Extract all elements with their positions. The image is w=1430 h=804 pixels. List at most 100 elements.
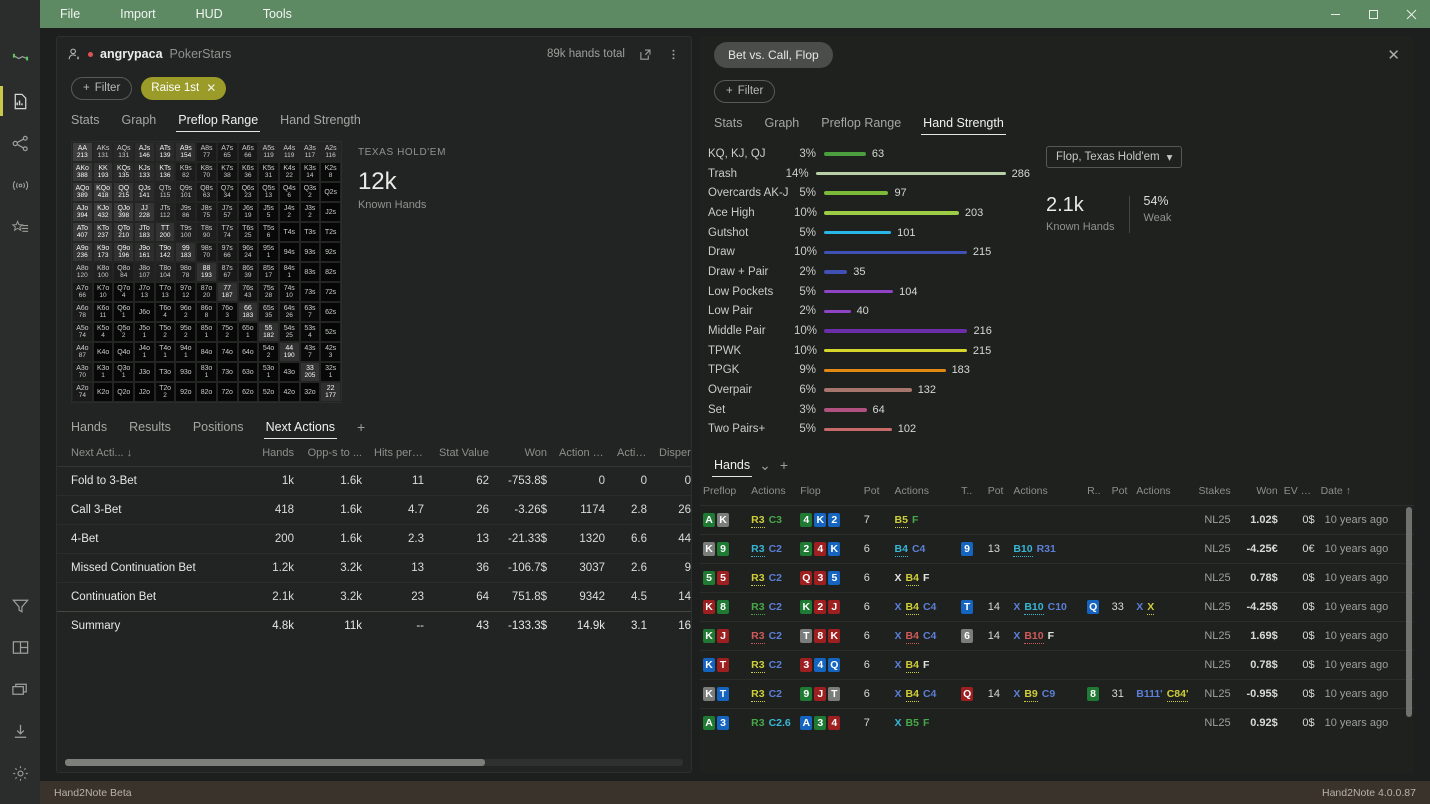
add-filter-button[interactable]: + Filter bbox=[71, 77, 132, 100]
range-cell[interactable]: Q4o bbox=[113, 342, 134, 362]
hand-row[interactable]: K8R3C2K2J6XB4C4T14XB10C10Q33XXNL25-4.25$… bbox=[700, 593, 1414, 622]
range-cell[interactable]: T6o4 bbox=[155, 302, 176, 322]
range-cell[interactable]: J8s75 bbox=[196, 202, 217, 222]
range-cell[interactable]: 92s bbox=[320, 242, 341, 262]
range-cell[interactable]: 64s26 bbox=[279, 302, 300, 322]
range-cell[interactable]: A2s116 bbox=[320, 142, 341, 162]
range-cell[interactable]: 52o bbox=[258, 382, 279, 402]
tab-hand-strength[interactable]: Hand Strength bbox=[280, 105, 361, 135]
range-cell[interactable]: 83o1 bbox=[196, 362, 217, 382]
chevron-down-icon[interactable]: ⌄ bbox=[759, 457, 771, 474]
table-row[interactable]: Fold to 3-Bet1k1.6k1162-753.8$000.13 bbox=[57, 467, 691, 496]
range-cell[interactable]: 55182 bbox=[258, 322, 279, 342]
hand-row[interactable]: KJR3C2T8K6XB4C4614XB10FNL251.69$0$10 yea… bbox=[700, 622, 1414, 651]
column-header[interactable]: Date ↑ bbox=[1318, 479, 1414, 506]
range-cell[interactable]: K2s8 bbox=[320, 162, 341, 182]
hand-row[interactable]: A3R3C2.6A347XB5FNL250.92$0$10 years ago bbox=[700, 709, 1414, 738]
range-cell[interactable]: 65o1 bbox=[238, 322, 259, 342]
range-cell[interactable]: K8o100 bbox=[93, 262, 114, 282]
tab-preflop-range[interactable]: Preflop Range bbox=[178, 105, 258, 135]
range-cell[interactable]: K2o bbox=[93, 382, 114, 402]
hand-strength-row[interactable]: Overpair6%132 bbox=[708, 380, 1030, 400]
range-cell[interactable]: KJo432 bbox=[93, 202, 114, 222]
range-cell[interactable]: J6s19 bbox=[238, 202, 259, 222]
street-select[interactable]: Flop, Texas Hold'em ▾ bbox=[1046, 146, 1182, 168]
range-cell[interactable]: Q7s34 bbox=[217, 182, 238, 202]
range-cell[interactable]: 32s1 bbox=[320, 362, 341, 382]
range-cell[interactable]: A3o70 bbox=[72, 362, 93, 382]
range-cell[interactable]: KQs135 bbox=[113, 162, 134, 182]
range-cell[interactable]: 85s17 bbox=[258, 262, 279, 282]
range-cell[interactable]: 93o bbox=[175, 362, 196, 382]
range-cell[interactable]: 64o bbox=[238, 342, 259, 362]
minimize-icon[interactable] bbox=[1316, 0, 1354, 28]
tab-hands[interactable]: Hands bbox=[714, 450, 750, 480]
active-filter-chip[interactable]: Raise 1st ✕ bbox=[141, 77, 226, 100]
hand-strength-row[interactable]: TPWK10%215 bbox=[708, 341, 1030, 361]
range-cell[interactable]: J4o1 bbox=[134, 342, 155, 362]
hand-strength-row[interactable]: Two Pairs+5%102 bbox=[708, 420, 1030, 440]
table-row[interactable]: Call 3-Bet4181.6k4.726-3.26$11742.826.58 bbox=[57, 496, 691, 525]
hand-strength-row[interactable]: KQ, KJ, QJ3%63 bbox=[708, 144, 1030, 164]
range-cell[interactable]: T2s bbox=[320, 222, 341, 242]
column-header[interactable]: Actions bbox=[1010, 479, 1084, 506]
hand-strength-row[interactable]: Set3%64 bbox=[708, 400, 1030, 420]
range-cell[interactable]: KTs136 bbox=[155, 162, 176, 182]
range-cell[interactable]: J2s bbox=[320, 202, 341, 222]
range-cell[interactable]: QJo398 bbox=[113, 202, 134, 222]
column-header[interactable]: Next Acti... ↓ bbox=[57, 441, 247, 467]
range-cell[interactable]: Q7o4 bbox=[113, 282, 134, 302]
range-cell[interactable]: A9o236 bbox=[72, 242, 93, 262]
close-icon[interactable]: ✕ bbox=[1387, 46, 1400, 64]
range-cell[interactable]: 75o2 bbox=[217, 322, 238, 342]
range-cell[interactable]: T6s25 bbox=[238, 222, 259, 242]
range-cell[interactable]: QTs115 bbox=[155, 182, 176, 202]
column-header[interactable]: Won bbox=[497, 441, 555, 467]
range-cell[interactable]: 97s66 bbox=[217, 242, 238, 262]
range-cell[interactable]: 94s bbox=[279, 242, 300, 262]
tab-preflop-range[interactable]: Preflop Range bbox=[821, 108, 901, 138]
tab-positions[interactable]: Positions bbox=[193, 412, 244, 442]
range-cell[interactable]: 87o20 bbox=[196, 282, 217, 302]
range-cell[interactable]: AKs131 bbox=[93, 142, 114, 162]
hand-strength-row[interactable]: Gutshot5%101 bbox=[708, 223, 1030, 243]
range-cell[interactable]: QQ215 bbox=[113, 182, 134, 202]
range-cell[interactable]: QTo210 bbox=[113, 222, 134, 242]
column-header[interactable]: Won bbox=[1234, 479, 1281, 506]
range-cell[interactable]: 88193 bbox=[196, 262, 217, 282]
menu-item-file[interactable]: File bbox=[40, 0, 100, 28]
hand-strength-row[interactable]: Overcards AK-J5%97 bbox=[708, 183, 1030, 203]
range-cell[interactable]: 98s70 bbox=[196, 242, 217, 262]
range-cell[interactable]: 44190 bbox=[279, 342, 300, 362]
context-chip[interactable]: Bet vs. Call, Flop bbox=[714, 42, 833, 68]
range-cell[interactable]: A6o78 bbox=[72, 302, 93, 322]
column-header[interactable]: EV Diff. bbox=[1281, 479, 1318, 506]
hand-strength-row[interactable]: Low Pockets5%104 bbox=[708, 282, 1030, 302]
menu-item-tools[interactable]: Tools bbox=[243, 0, 312, 28]
sidebar-item-layout[interactable] bbox=[0, 626, 40, 668]
range-cell[interactable]: T4s bbox=[279, 222, 300, 242]
range-cell[interactable]: 82s bbox=[320, 262, 341, 282]
range-cell[interactable]: K7s38 bbox=[217, 162, 238, 182]
range-cell[interactable]: 86s39 bbox=[238, 262, 259, 282]
range-cell[interactable]: 63o bbox=[238, 362, 259, 382]
range-cell[interactable]: 65s35 bbox=[258, 302, 279, 322]
range-cell[interactable]: A9s154 bbox=[175, 142, 196, 162]
range-cell[interactable]: A8o120 bbox=[72, 262, 93, 282]
range-cell[interactable]: J5o1 bbox=[134, 322, 155, 342]
range-cell[interactable]: ATs139 bbox=[155, 142, 176, 162]
range-cell[interactable]: AA213 bbox=[72, 142, 93, 162]
column-header[interactable]: Opp-s to ... bbox=[302, 441, 370, 467]
add-filter-button[interactable]: + Filter bbox=[714, 80, 775, 103]
preflop-range-grid[interactable]: AA213AKs131AQs131AJs146ATs139A9s154A8s77… bbox=[71, 141, 342, 403]
range-cell[interactable]: 93s bbox=[300, 242, 321, 262]
range-cell[interactable]: T8s90 bbox=[196, 222, 217, 242]
sidebar-item-filter[interactable] bbox=[0, 584, 40, 626]
range-cell[interactable]: T9o142 bbox=[155, 242, 176, 262]
range-cell[interactable]: 95o2 bbox=[175, 322, 196, 342]
range-cell[interactable]: Q6o1 bbox=[113, 302, 134, 322]
range-cell[interactable]: Q9s101 bbox=[175, 182, 196, 202]
sidebar-item-settings[interactable] bbox=[0, 752, 40, 794]
range-cell[interactable]: J8o107 bbox=[134, 262, 155, 282]
hand-row[interactable]: 55R3C2Q356XB4FNL250.78$0$10 years ago bbox=[700, 564, 1414, 593]
